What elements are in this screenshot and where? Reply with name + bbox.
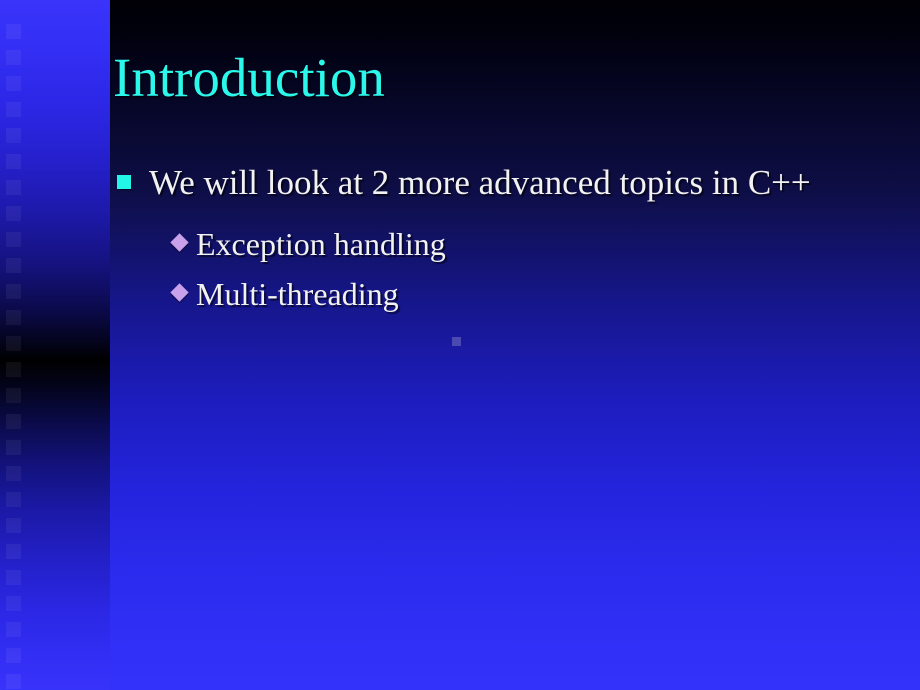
accent-square <box>6 440 21 455</box>
accent-squares-column <box>6 0 21 690</box>
slide-canvas: Introduction We will look at 2 more adva… <box>0 0 920 690</box>
accent-square <box>6 570 21 585</box>
accent-square <box>6 414 21 429</box>
accent-square <box>6 102 21 117</box>
accent-square <box>6 336 21 351</box>
accent-square <box>6 154 21 169</box>
diamond-bullet-icon <box>170 283 189 302</box>
accent-square <box>6 466 21 481</box>
bullet-level1: We will look at 2 more advanced topics i… <box>113 160 913 205</box>
accent-square <box>6 622 21 637</box>
diamond-bullet-icon <box>170 233 189 252</box>
accent-square <box>6 596 21 611</box>
accent-square <box>6 310 21 325</box>
bullet-level2-text: Exception handling <box>196 226 446 262</box>
slide-body: We will look at 2 more advanced topics i… <box>113 160 913 315</box>
accent-square <box>6 388 21 403</box>
accent-square <box>6 258 21 273</box>
bullet-level2-exception-handling: Exception handling <box>113 223 913 265</box>
accent-square <box>6 648 21 663</box>
accent-square <box>6 362 21 377</box>
accent-square <box>6 50 21 65</box>
bullet-level1-text: We will look at 2 more advanced topics i… <box>149 163 811 202</box>
accent-square <box>6 128 21 143</box>
accent-square <box>6 206 21 221</box>
accent-square <box>6 674 21 689</box>
slide-title: Introduction <box>113 47 385 108</box>
square-bullet-icon <box>117 175 131 189</box>
accent-square <box>6 232 21 247</box>
render-artifact-square <box>452 337 461 346</box>
accent-square <box>6 518 21 533</box>
accent-square <box>6 24 21 39</box>
accent-square <box>6 544 21 559</box>
bullet-level2-text: Multi-threading <box>196 276 399 312</box>
accent-square <box>6 284 21 299</box>
accent-square <box>6 76 21 91</box>
accent-square <box>6 492 21 507</box>
bullet-level2-multi-threading: Multi-threading <box>113 273 913 315</box>
accent-square <box>6 180 21 195</box>
